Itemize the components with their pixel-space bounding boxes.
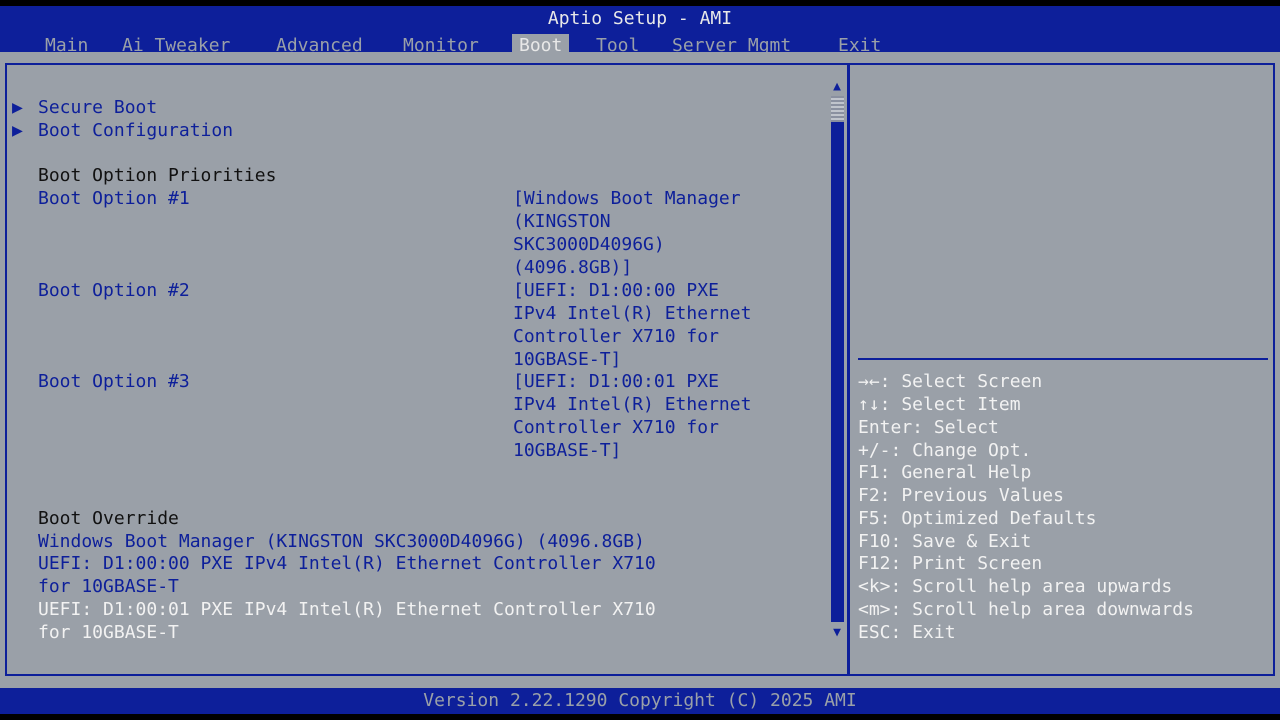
help-key: F5: Optimized Defaults	[858, 508, 1097, 529]
secure-boot-link[interactable]: Secure Boot	[38, 97, 157, 119]
scrollbar[interactable]	[831, 96, 844, 622]
submenu-arrow-icon: ▶	[12, 97, 23, 118]
header-bar: Aptio Setup - AMI Main Ai Tweaker Advanc…	[0, 6, 1280, 57]
boot-option-1-value[interactable]: [Windows Boot Manager	[513, 188, 741, 210]
help-key: ↑↓: Select Item	[858, 394, 1021, 415]
help-key: F2: Previous Values	[858, 485, 1064, 506]
boot-option-2-value: IPv4 Intel(R) Ethernet	[513, 303, 752, 324]
boot-option-3-value: Controller X710 for	[513, 417, 719, 438]
boot-configuration-link[interactable]: Boot Configuration	[38, 120, 233, 142]
help-key: F10: Save & Exit	[858, 531, 1032, 552]
setup-title: Aptio Setup - AMI	[547, 8, 733, 29]
boot-option-1-label[interactable]: Boot Option #1	[38, 188, 190, 210]
boot-option-2-value: 10GBASE-T]	[513, 349, 622, 370]
override-item-selected[interactable]: for 10GBASE-T	[38, 622, 179, 644]
priorities-heading: Boot Option Priorities	[38, 165, 277, 186]
boot-option-1-value: SKC3000D4096G)	[513, 234, 665, 255]
boot-option-1-value: (KINGSTON	[513, 211, 611, 232]
main-panel: ▶ Secure Boot ▶ Boot Configuration Boot …	[0, 52, 1280, 688]
help-divider	[858, 358, 1268, 360]
override-item[interactable]: UEFI: D1:00:00 PXE IPv4 Intel(R) Etherne…	[38, 553, 656, 575]
help-key: F12: Print Screen	[858, 553, 1043, 574]
boot-option-3-label[interactable]: Boot Option #3	[38, 371, 190, 393]
footer-bar: Version 2.22.1290 Copyright (C) 2025 AMI	[0, 688, 1280, 714]
scrollbar-thumb[interactable]	[831, 96, 844, 122]
boot-option-3-value: IPv4 Intel(R) Ethernet	[513, 394, 752, 415]
help-key: +/-: Change Opt.	[858, 440, 1032, 461]
help-key: →←: Select Screen	[858, 371, 1043, 392]
boot-option-2-label[interactable]: Boot Option #2	[38, 280, 190, 302]
boot-option-3-value: 10GBASE-T]	[513, 440, 622, 461]
help-key: <m>: Scroll help area downwards	[858, 599, 1194, 620]
override-item[interactable]: Windows Boot Manager (KINGSTON SKC3000D4…	[38, 531, 645, 553]
version-text: Version 2.22.1290 Copyright (C) 2025 AMI	[423, 690, 857, 711]
override-item[interactable]: for 10GBASE-T	[38, 576, 179, 598]
scroll-up-icon[interactable]: ▲	[830, 80, 844, 94]
override-item-selected[interactable]: UEFI: D1:00:01 PXE IPv4 Intel(R) Etherne…	[38, 599, 656, 621]
boot-option-2-value[interactable]: [UEFI: D1:00:00 PXE	[513, 280, 719, 302]
boot-option-2-value: Controller X710 for	[513, 326, 719, 347]
override-heading: Boot Override	[38, 508, 179, 529]
help-key: F1: General Help	[858, 462, 1032, 483]
help-key: <k>: Scroll help area upwards	[858, 576, 1173, 597]
help-key: ESC: Exit	[858, 622, 956, 643]
help-key: Enter: Select	[858, 417, 999, 438]
boot-option-1-value: (4096.8GB)]	[513, 257, 633, 278]
scroll-down-icon[interactable]: ▼	[830, 626, 844, 640]
submenu-arrow-icon: ▶	[12, 120, 23, 141]
boot-option-3-value[interactable]: [UEFI: D1:00:01 PXE	[513, 371, 719, 393]
